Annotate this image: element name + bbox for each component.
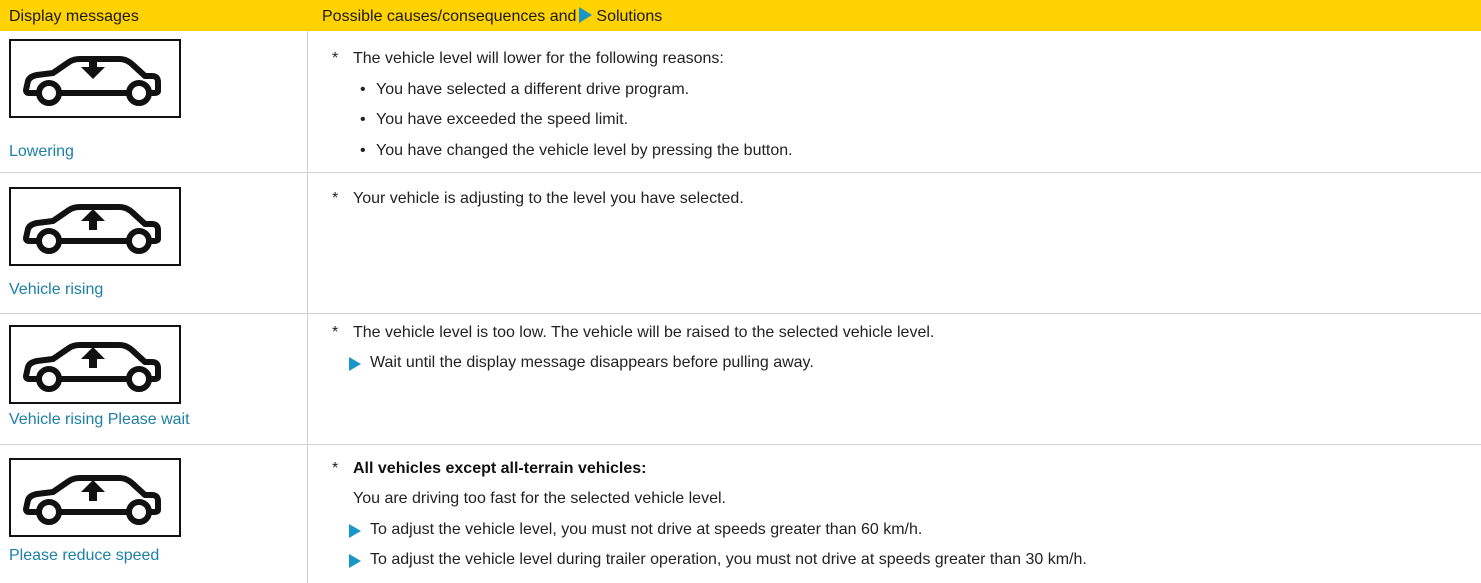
message-caption: Lowering — [9, 143, 74, 160]
row-divider — [0, 313, 1481, 314]
bullet-icon: • — [360, 81, 366, 98]
solution-text: Wait until the display message disappear… — [370, 354, 814, 371]
display-messages-table: Display messages Possible causes/consequ… — [0, 0, 1481, 583]
car-rising-icon — [9, 325, 181, 404]
cause-text: You are driving too fast for the selecte… — [353, 490, 726, 507]
row-divider — [0, 444, 1481, 445]
row-divider — [0, 172, 1481, 173]
car-rising-icon-graphic — [23, 204, 161, 254]
bullet-text: You have selected a different drive prog… — [376, 81, 690, 98]
car-rising-icon-graphic — [23, 475, 161, 525]
cause-text: Your vehicle is adjusting to the level y… — [353, 190, 744, 207]
car-rising-icon — [9, 458, 181, 537]
column-divider — [307, 31, 308, 583]
solution-text: To adjust the vehicle level, you must no… — [370, 521, 923, 538]
header-causes-solutions: Possible causes/consequences and Solution… — [322, 0, 662, 31]
table-header: Display messages Possible causes/consequ… — [0, 0, 1481, 31]
solution-text: To adjust the vehicle level during trail… — [370, 551, 1087, 568]
solution-arrow-icon — [349, 554, 361, 568]
message-caption: Please reduce speed — [9, 547, 160, 564]
message-caption: Vehicle rising Please wait — [9, 411, 190, 428]
car-lowering-icon — [9, 39, 181, 118]
solution-arrow-icon — [349, 357, 361, 371]
asterisk-marker: * — [332, 50, 339, 67]
message-caption: Vehicle rising — [9, 281, 104, 298]
header-causes-label: Possible causes/consequences and — [322, 8, 577, 25]
asterisk-marker: * — [332, 460, 339, 477]
cause-text: The vehicle level will lower for the fol… — [353, 50, 724, 67]
header-solutions-label: Solutions — [596, 8, 663, 25]
solution-arrow-icon — [579, 7, 593, 23]
car-lowering-icon-graphic — [23, 56, 161, 106]
bullet-text: You have exceeded the speed limit. — [376, 111, 629, 128]
car-rising-icon — [9, 187, 181, 266]
cause-heading: All vehicles except all-terrain vehicles… — [353, 460, 647, 477]
asterisk-marker: * — [332, 190, 339, 207]
asterisk-marker: * — [332, 324, 339, 341]
solution-arrow-icon — [349, 524, 361, 538]
bullet-text: You have changed the vehicle level by pr… — [376, 142, 793, 159]
bullet-icon: • — [360, 142, 366, 159]
cause-text: The vehicle level is too low. The vehicl… — [353, 324, 935, 341]
bullet-icon: • — [360, 111, 366, 128]
car-rising-icon-graphic — [23, 342, 161, 392]
header-display-messages: Display messages — [9, 8, 139, 25]
